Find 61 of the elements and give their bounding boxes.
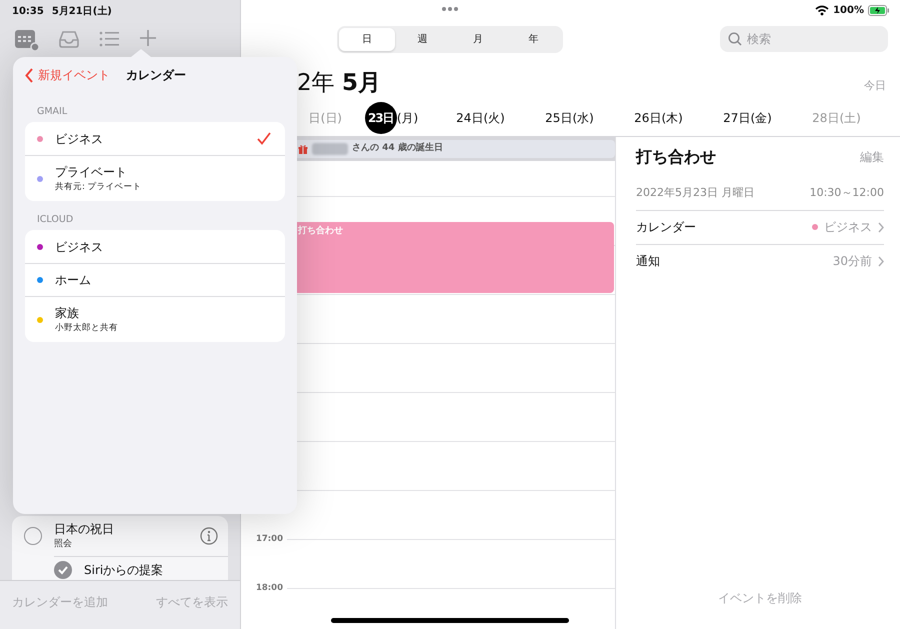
calendar-name: 日本の祝日 xyxy=(54,521,115,538)
detail-row[interactable]: 通知 30分前 xyxy=(636,244,884,278)
inbox-icon[interactable] xyxy=(58,28,80,50)
time-label: 18:00 xyxy=(254,582,284,594)
checkmark-icon xyxy=(257,132,271,146)
day-tab[interactable]: 26日(木) xyxy=(614,109,703,127)
calendar-option[interactable]: ホーム xyxy=(25,263,285,296)
detail-row[interactable]: カレンダー ビジネス xyxy=(636,210,884,244)
row-value: ビジネス xyxy=(824,219,872,236)
day-tab[interactable]: 24日(火) xyxy=(436,109,525,127)
popover-title: カレンダー xyxy=(126,67,186,84)
calendar-icon[interactable] xyxy=(14,28,40,52)
row-label: 通知 xyxy=(636,253,660,270)
calendar-subtitle: 共有元: プライベート xyxy=(55,181,143,194)
status-time: 10:35 xyxy=(12,5,44,19)
check-circle[interactable] xyxy=(54,560,72,578)
battery-charging-icon xyxy=(868,4,890,16)
calendar-name: ビジネス xyxy=(55,130,104,148)
calendar-option[interactable]: 家族 小野太郎と共有 xyxy=(25,296,285,342)
event-date: 2022年5月23日 月曜日 xyxy=(636,185,754,201)
search-field[interactable]: 検索 xyxy=(720,26,888,52)
day-tab[interactable]: 25日(水) xyxy=(525,109,614,127)
calendar-subtitle: 小野太郎と共有 xyxy=(55,322,119,335)
event-text: さんの 44 歳の誕生日 xyxy=(352,142,443,156)
checkmark-icon xyxy=(57,564,69,576)
calendar-name: ホーム xyxy=(55,272,92,290)
view-tab[interactable]: 週 xyxy=(394,28,450,50)
calendar-option[interactable]: ビジネス xyxy=(25,122,285,156)
calendar-name: プライベート xyxy=(55,164,128,182)
calendar-row[interactable]: 日本の祝日 照会 xyxy=(12,516,228,556)
chevron-icon xyxy=(878,256,884,266)
month-title: 2年 5月 xyxy=(297,68,381,98)
gift-icon xyxy=(298,144,308,154)
day-tab[interactable]: 27日(金) xyxy=(703,109,792,127)
calendar-subtitle: 照会 xyxy=(54,538,73,551)
view-tab[interactable]: 月 xyxy=(450,28,506,50)
wifi-icon xyxy=(815,4,830,16)
time-label: 17:00 xyxy=(254,532,284,546)
row-value: 30分前 xyxy=(832,253,872,270)
calendar-name: Siriからの提案 xyxy=(84,562,164,578)
add-icon[interactable] xyxy=(138,28,158,48)
calendar-option[interactable]: プライベート 共有元: プライベート xyxy=(25,155,285,201)
row-label: カレンダー xyxy=(636,219,696,236)
section-header: GMAIL xyxy=(36,105,68,119)
check-circle[interactable] xyxy=(24,526,42,545)
calendar-name: ビジネス xyxy=(55,238,104,256)
chevron-icon xyxy=(878,222,884,232)
event-title: 打ち合わせ xyxy=(636,146,716,168)
redacted-name xyxy=(312,143,348,155)
section-header: ICLOUD xyxy=(36,213,74,227)
battery-percentage: 100% xyxy=(833,4,864,18)
multitasking-dots-icon[interactable] xyxy=(441,6,459,12)
calendar-name: 家族 xyxy=(55,305,80,322)
calendar-option[interactable]: ビジネス xyxy=(25,230,285,264)
event-time: 10:30～12:00 xyxy=(810,185,884,201)
view-tab[interactable]: 年 xyxy=(506,28,561,50)
view-tab[interactable]: 日 xyxy=(339,28,394,50)
day-tab[interactable]: 23日 (月) xyxy=(347,102,436,134)
back-chevron-icon xyxy=(25,68,34,82)
status-date: 5月21日(土) xyxy=(52,4,112,19)
info-icon[interactable] xyxy=(200,526,218,545)
